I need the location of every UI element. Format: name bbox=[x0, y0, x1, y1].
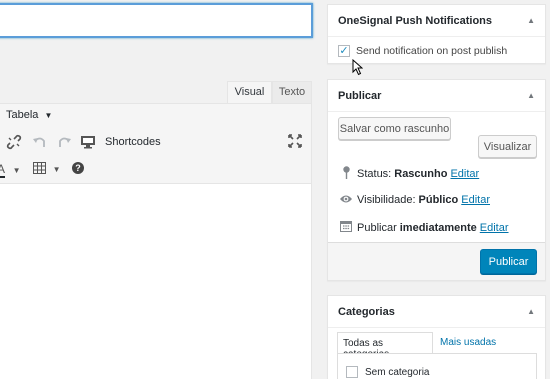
table-icon bbox=[33, 162, 46, 174]
redo-icon[interactable] bbox=[56, 134, 72, 154]
calendar-icon bbox=[337, 220, 355, 235]
publish-title: Publicar bbox=[338, 89, 382, 102]
publish-header[interactable]: Publicar ▲ bbox=[328, 80, 545, 112]
caret-down-icon: ▼ bbox=[44, 111, 53, 120]
preview-button[interactable]: Visualizar bbox=[478, 135, 537, 158]
mouse-cursor-icon bbox=[352, 58, 364, 79]
eye-icon bbox=[337, 193, 355, 207]
schedule-row: Publicar imediatamente Editar bbox=[337, 220, 509, 235]
edit-visibility-link[interactable]: Editar bbox=[461, 194, 490, 206]
table-menu-button[interactable]: Tabela ▼ bbox=[6, 109, 52, 121]
edit-schedule-link[interactable]: Editar bbox=[480, 222, 509, 234]
onesignal-option: ✓ Send notification on post publish bbox=[328, 37, 545, 57]
save-draft-button[interactable]: Salvar como rascunho bbox=[338, 117, 451, 140]
table-menu-label: Tabela bbox=[6, 109, 39, 121]
categories-header[interactable]: Categorias ▲ bbox=[328, 296, 545, 328]
monitor-icon[interactable] bbox=[80, 134, 96, 154]
tab-visual[interactable]: Visual bbox=[227, 81, 272, 103]
schedule-value: imediatamente bbox=[399, 221, 477, 234]
tab-popular-categories[interactable]: Mais usadas bbox=[440, 337, 496, 348]
collapse-arrow-icon[interactable]: ▲ bbox=[527, 91, 535, 100]
undo-icon[interactable] bbox=[32, 134, 48, 154]
table-button[interactable]: ▼ bbox=[33, 162, 61, 178]
text-color-button[interactable]: A ▼ bbox=[0, 161, 21, 179]
caret-down-icon: ▼ bbox=[12, 166, 21, 175]
collapse-arrow-icon[interactable]: ▲ bbox=[527, 16, 535, 25]
category-label: Sem categoria bbox=[365, 366, 430, 378]
visibility-value: Público bbox=[418, 194, 459, 206]
send-notification-label: Send notification on post publish bbox=[356, 45, 508, 57]
publish-button[interactable]: Publicar bbox=[480, 249, 537, 274]
caret-down-icon: ▼ bbox=[52, 165, 61, 174]
tab-all-categories[interactable]: Todas as categorias bbox=[337, 332, 433, 360]
tab-texto[interactable]: Texto bbox=[272, 81, 312, 103]
schedule-label: Publicar bbox=[357, 221, 397, 234]
onesignal-header[interactable]: OneSignal Push Notifications ▲ bbox=[328, 5, 545, 37]
visibility-row: Visibilidade: Público Editar bbox=[337, 193, 490, 207]
edit-status-link[interactable]: Editar bbox=[450, 168, 479, 180]
shortcodes-button[interactable]: Shortcodes bbox=[105, 136, 161, 148]
collapse-arrow-icon[interactable]: ▲ bbox=[527, 307, 535, 316]
help-icon[interactable]: ? bbox=[72, 162, 84, 174]
editor-content-area[interactable] bbox=[0, 185, 311, 379]
post-title-input[interactable] bbox=[0, 4, 312, 37]
status-value: Rascunho bbox=[394, 168, 448, 180]
status-row: Status: Rascunho Editar bbox=[337, 166, 479, 182]
category-checkbox[interactable] bbox=[346, 366, 358, 378]
visibility-label: Visibilidade: bbox=[357, 194, 416, 206]
status-label: Status: bbox=[357, 168, 392, 180]
unlink-icon[interactable] bbox=[6, 134, 22, 154]
pin-icon bbox=[337, 166, 355, 182]
onesignal-title: OneSignal Push Notifications bbox=[338, 14, 493, 27]
send-notification-checkbox[interactable]: ✓ bbox=[338, 45, 350, 57]
text-color-icon: A bbox=[0, 162, 6, 178]
onesignal-box: OneSignal Push Notifications ▲ ✓ Send no… bbox=[327, 4, 546, 64]
categories-title: Categorias bbox=[338, 305, 395, 318]
category-item: Sem categoria bbox=[346, 366, 429, 378]
fullscreen-icon[interactable] bbox=[288, 134, 302, 152]
